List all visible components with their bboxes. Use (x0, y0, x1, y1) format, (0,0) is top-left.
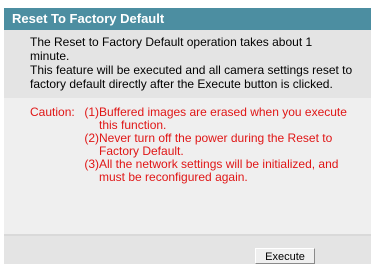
description-line-2: minute. (30, 49, 70, 63)
caution-number-1: (1) (84, 105, 99, 119)
description-line-4: factory default directly after the Execu… (30, 77, 333, 91)
caution-number-2: (2) (84, 131, 99, 145)
page-title: Reset To Factory Default (4, 8, 371, 30)
caution-item-3-cont: must be reconfigured again. (4, 171, 371, 184)
caution-item-2: (2) Never turn off the power during the … (4, 132, 371, 145)
caution-label: Caution: (30, 105, 75, 119)
caution-notes: Caution: (1) Buffered images are erased … (4, 106, 371, 184)
description-line-1: The Reset to Factory Default operation t… (30, 35, 313, 49)
caution-item-1: Caution: (1) Buffered images are erased … (4, 106, 371, 119)
description-box: The Reset to Factory Default operation t… (4, 30, 371, 98)
footer-bar (4, 236, 371, 264)
reset-factory-default-page: Reset To Factory Default The Reset to Fa… (0, 0, 371, 264)
execute-button[interactable]: Execute (255, 248, 315, 264)
caution-number-3: (3) (84, 157, 99, 171)
description-line-3: This feature will be executed and all ca… (30, 63, 353, 77)
caution-text-3b: must be reconfigured again. (99, 170, 248, 184)
